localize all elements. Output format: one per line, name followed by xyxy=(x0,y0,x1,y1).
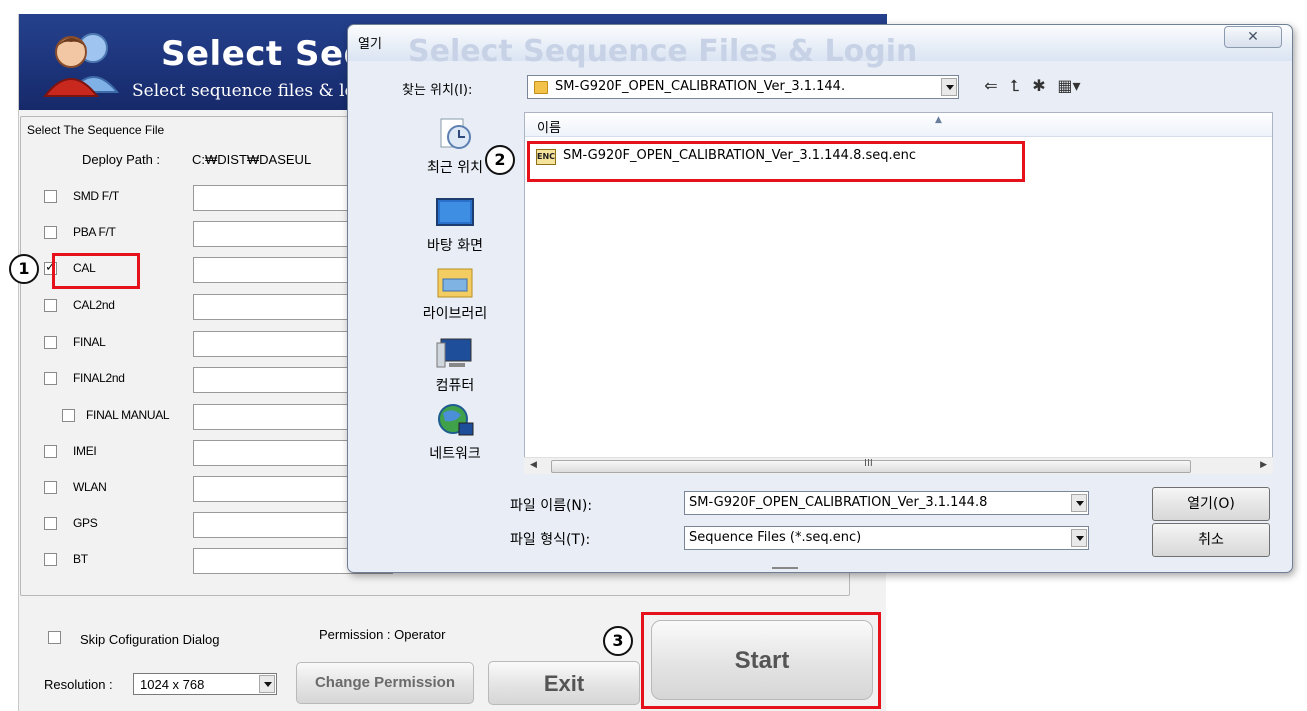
network-icon xyxy=(438,404,474,436)
computer-icon xyxy=(436,338,472,368)
sequence-checkbox-pba-ft[interactable] xyxy=(44,226,57,239)
dialog-titlebar[interactable]: Select Sequence Files & Login 열기 ✕ xyxy=(348,25,1292,69)
sequence-checkbox-bt[interactable] xyxy=(44,553,57,566)
sort-ascending-icon: ▲ xyxy=(935,115,942,125)
sequence-checkbox-gps[interactable] xyxy=(44,517,57,530)
permission-status: Permission : Operator xyxy=(319,627,446,642)
callout-1: 1 xyxy=(9,254,39,284)
file-name-value: SM-G920F_OPEN_CALIBRATION_Ver_3.1.144.8 xyxy=(689,495,988,510)
scroll-left-icon[interactable]: ◀ xyxy=(530,460,537,470)
place-label: 네트워크 xyxy=(429,446,481,462)
chevron-down-icon[interactable] xyxy=(941,78,957,96)
skip-configuration-checkbox[interactable] xyxy=(48,631,61,644)
file-type-label: 파일 형식(T): xyxy=(510,532,591,548)
sequence-label: FINAL2nd xyxy=(73,371,125,385)
sequence-label: PBA F/T xyxy=(73,225,116,239)
place-label: 바탕 화면 xyxy=(427,238,483,254)
column-name-label: 이름 xyxy=(537,121,561,136)
sequence-label: IMEI xyxy=(73,444,97,458)
place-label: 라이브러리 xyxy=(422,306,488,322)
file-highlight-box xyxy=(527,141,1025,182)
resolution-label: Resolution : xyxy=(44,677,113,692)
libraries-icon xyxy=(437,268,473,298)
file-type-select[interactable]: Sequence Files (*.seq.enc) xyxy=(684,526,1089,550)
desktop-icon xyxy=(436,198,474,226)
sequence-group-title: Select The Sequence File xyxy=(24,123,168,137)
change-permission-button[interactable]: Change Permission xyxy=(296,662,474,704)
recent-places-icon xyxy=(440,118,471,149)
sequence-label: FINAL xyxy=(73,335,106,349)
banner-subtitle: Select sequence files & login xyxy=(132,81,383,101)
deploy-path-value: C:₩DIST₩DASEUL xyxy=(192,152,312,167)
sequence-label: SMD F/T xyxy=(73,189,119,203)
sequence-checkbox-wlan[interactable] xyxy=(44,481,57,494)
view-menu-icon[interactable]: ▦▾ xyxy=(1056,77,1082,95)
up-folder-icon[interactable]: ⮤ xyxy=(1006,77,1024,95)
open-button[interactable]: 열기(O) xyxy=(1152,487,1270,521)
callout-3: 3 xyxy=(603,626,633,656)
file-name-label: 파일 이름(N): xyxy=(510,498,593,514)
exit-button[interactable]: Exit xyxy=(488,661,640,705)
skip-configuration-label: Skip Cofiguration Dialog xyxy=(80,632,220,647)
sequence-label: CAL2nd xyxy=(73,298,115,312)
sequence-label: GPS xyxy=(73,516,98,530)
file-type-value: Sequence Files (*.seq.enc) xyxy=(689,530,862,545)
look-in-value: SM-G920F_OPEN_CALIBRATION_Ver_3.1.144. xyxy=(555,79,846,94)
start-highlight-box xyxy=(641,612,881,709)
chevron-down-icon[interactable] xyxy=(1071,494,1087,512)
callout-2: 2 xyxy=(485,145,515,175)
sequence-label: WLAN xyxy=(73,480,107,494)
place-network[interactable]: 네트워크 xyxy=(388,403,522,463)
sequence-checkbox-smd-ft[interactable] xyxy=(44,190,57,203)
sequence-checkbox-final-manual[interactable] xyxy=(62,409,75,422)
close-icon[interactable]: ✕ xyxy=(1224,26,1282,48)
back-arrow-icon[interactable]: ⇐ xyxy=(982,77,1000,95)
sequence-checkbox-final[interactable] xyxy=(44,336,57,349)
scrollbar-grip: III xyxy=(864,458,873,469)
cal-highlight-box xyxy=(52,253,140,289)
place-computer[interactable]: 컴퓨터 xyxy=(388,335,522,395)
open-file-dialog: Select Sequence Files & Login 열기 ✕ 찾는 위치… xyxy=(347,24,1293,573)
file-name-input[interactable]: SM-G920F_OPEN_CALIBRATION_Ver_3.1.144.8 xyxy=(684,491,1089,515)
chevron-down-icon[interactable] xyxy=(259,675,275,693)
place-libraries[interactable]: 라이브러리 xyxy=(388,263,522,323)
scrollbar-thumb[interactable]: III xyxy=(551,458,1191,473)
horizontal-scrollbar[interactable]: ◀ III ▶ xyxy=(524,457,1273,474)
banner-title-behind-glass: Select Sequence Files & Login xyxy=(408,34,918,69)
place-label: 컴퓨터 xyxy=(435,378,475,394)
resize-grip[interactable] xyxy=(772,567,798,571)
sequence-checkbox-cal2nd[interactable] xyxy=(44,299,57,312)
folder-icon xyxy=(534,81,548,94)
new-folder-icon[interactable]: ✱ xyxy=(1030,77,1048,95)
sequence-label: FINAL MANUAL xyxy=(86,408,170,422)
dialog-title: 열기 xyxy=(358,37,382,52)
deploy-path-label: Deploy Path : xyxy=(82,152,161,167)
cancel-button[interactable]: 취소 xyxy=(1152,523,1270,557)
place-desktop[interactable]: 바탕 화면 xyxy=(388,195,522,255)
sequence-checkbox-imei[interactable] xyxy=(44,445,57,458)
chevron-down-icon[interactable] xyxy=(1071,529,1087,547)
resolution-value: 1024 x 768 xyxy=(140,677,205,692)
sequence-label: BT xyxy=(73,552,88,566)
look-in-label: 찾는 위치(I): xyxy=(402,83,473,98)
resolution-select[interactable]: 1024 x 768 xyxy=(133,673,277,695)
users-icon xyxy=(42,33,120,97)
sequence-checkbox-final2nd[interactable] xyxy=(44,372,57,385)
look-in-select[interactable]: SM-G920F_OPEN_CALIBRATION_Ver_3.1.144. xyxy=(527,75,959,99)
scroll-right-icon[interactable]: ▶ xyxy=(1260,460,1267,470)
column-header-name[interactable]: 이름 ▲ xyxy=(525,113,1272,137)
